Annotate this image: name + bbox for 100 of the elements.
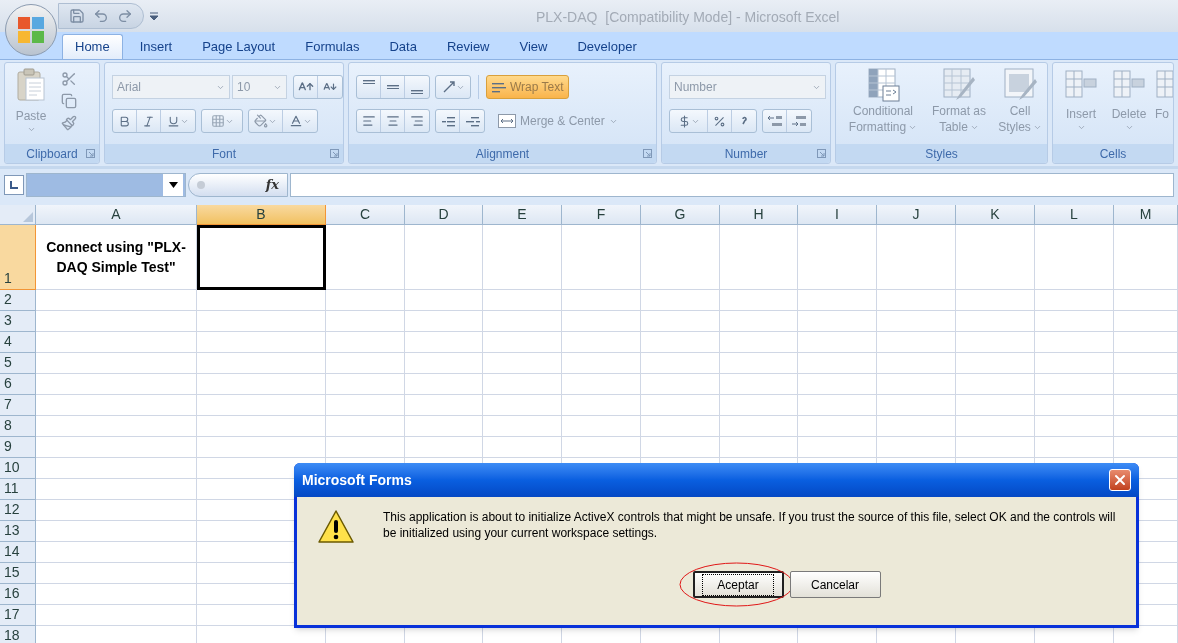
row-header[interactable]: 15 — [0, 563, 36, 584]
table-cell[interactable] — [641, 332, 720, 353]
copy-icon[interactable] — [61, 93, 77, 109]
column-header[interactable]: B — [197, 205, 326, 225]
table-cell[interactable] — [877, 311, 956, 332]
table-cell[interactable] — [483, 416, 562, 437]
table-cell[interactable] — [720, 395, 798, 416]
row-header[interactable]: 16 — [0, 584, 36, 605]
table-cell[interactable] — [197, 437, 326, 458]
active-cell[interactable] — [197, 225, 326, 290]
table-cell[interactable] — [956, 374, 1035, 395]
table-cell[interactable] — [36, 416, 197, 437]
table-cell[interactable] — [326, 311, 405, 332]
row-header[interactable]: 11 — [0, 479, 36, 500]
table-cell[interactable] — [36, 479, 197, 500]
table-cell[interactable] — [1035, 395, 1114, 416]
table-cell[interactable] — [36, 458, 197, 479]
table-cell[interactable] — [405, 416, 483, 437]
table-cell[interactable] — [197, 290, 326, 311]
table-cell[interactable] — [1114, 374, 1178, 395]
table-cell[interactable] — [956, 353, 1035, 374]
redo-icon[interactable] — [117, 8, 133, 24]
close-button[interactable] — [1109, 469, 1131, 491]
table-cell[interactable] — [562, 290, 641, 311]
ribbon-tab[interactable]: Review — [433, 34, 503, 59]
ribbon-tab[interactable]: Developer — [564, 34, 650, 59]
table-cell[interactable] — [326, 225, 405, 290]
row-header[interactable]: 13 — [0, 521, 36, 542]
column-header[interactable]: L — [1035, 205, 1114, 225]
sheet-options-icon[interactable] — [4, 175, 24, 195]
table-cell[interactable] — [197, 353, 326, 374]
table-cell[interactable] — [562, 225, 641, 290]
table-cell[interactable] — [720, 416, 798, 437]
undo-icon[interactable] — [93, 8, 109, 24]
table-cell[interactable] — [720, 332, 798, 353]
table-cell[interactable] — [1035, 437, 1114, 458]
table-cell[interactable] — [956, 311, 1035, 332]
table-cell[interactable] — [36, 563, 197, 584]
table-cell[interactable] — [483, 374, 562, 395]
table-cell[interactable] — [1114, 437, 1178, 458]
table-cell[interactable] — [956, 290, 1035, 311]
table-cell[interactable] — [36, 311, 197, 332]
table-cell[interactable] — [641, 290, 720, 311]
column-header[interactable]: J — [877, 205, 956, 225]
column-header[interactable]: H — [720, 205, 798, 225]
table-cell[interactable] — [197, 416, 326, 437]
table-cell[interactable] — [1035, 416, 1114, 437]
table-cell[interactable] — [562, 332, 641, 353]
table-cell[interactable] — [36, 332, 197, 353]
table-cell[interactable] — [405, 290, 483, 311]
table-cell[interactable] — [405, 332, 483, 353]
ribbon-tab[interactable]: View — [506, 34, 561, 59]
row-header[interactable]: 10 — [0, 458, 36, 479]
table-cell[interactable] — [956, 437, 1035, 458]
table-cell[interactable] — [720, 290, 798, 311]
ribbon-tab[interactable]: Data — [376, 34, 430, 59]
table-cell[interactable] — [720, 353, 798, 374]
row-header[interactable]: 5 — [0, 353, 36, 374]
table-cell[interactable] — [405, 353, 483, 374]
table-cell[interactable] — [326, 395, 405, 416]
insert-function-button[interactable]: fx — [265, 175, 279, 195]
table-cell[interactable] — [197, 374, 326, 395]
column-header[interactable]: K — [956, 205, 1035, 225]
table-cell[interactable] — [1035, 353, 1114, 374]
table-cell[interactable] — [326, 290, 405, 311]
select-all-corner[interactable] — [0, 205, 36, 225]
table-cell[interactable] — [197, 395, 326, 416]
table-cell[interactable] — [405, 225, 483, 290]
table-cell[interactable] — [877, 437, 956, 458]
table-cell[interactable] — [1114, 290, 1178, 311]
column-header[interactable]: E — [483, 205, 562, 225]
table-cell[interactable] — [956, 332, 1035, 353]
table-cell[interactable] — [877, 395, 956, 416]
table-cell[interactable] — [36, 584, 197, 605]
table-cell[interactable] — [641, 437, 720, 458]
row-header[interactable]: 7 — [0, 395, 36, 416]
table-cell[interactable] — [798, 374, 877, 395]
row-header[interactable]: 3 — [0, 311, 36, 332]
table-cell[interactable] — [1035, 290, 1114, 311]
table-cell[interactable] — [1114, 225, 1178, 290]
table-cell[interactable] — [36, 521, 197, 542]
table-cell[interactable] — [326, 374, 405, 395]
table-cell[interactable] — [36, 500, 197, 521]
expand-handle-icon[interactable] — [197, 181, 205, 189]
table-cell[interactable] — [798, 353, 877, 374]
dialog-button[interactable]: Aceptar — [692, 571, 784, 598]
table-cell[interactable] — [720, 374, 798, 395]
table-cell[interactable] — [798, 437, 877, 458]
table-cell[interactable] — [798, 225, 877, 290]
dialog-button[interactable]: Cancelar — [789, 571, 881, 598]
table-cell[interactable] — [562, 437, 641, 458]
table-cell[interactable] — [1114, 332, 1178, 353]
column-header[interactable]: I — [798, 205, 877, 225]
table-cell[interactable] — [197, 332, 326, 353]
table-cell[interactable] — [483, 437, 562, 458]
table-cell[interactable] — [36, 353, 197, 374]
column-header[interactable]: D — [405, 205, 483, 225]
table-cell[interactable] — [798, 332, 877, 353]
table-cell[interactable] — [877, 353, 956, 374]
table-cell[interactable] — [641, 416, 720, 437]
